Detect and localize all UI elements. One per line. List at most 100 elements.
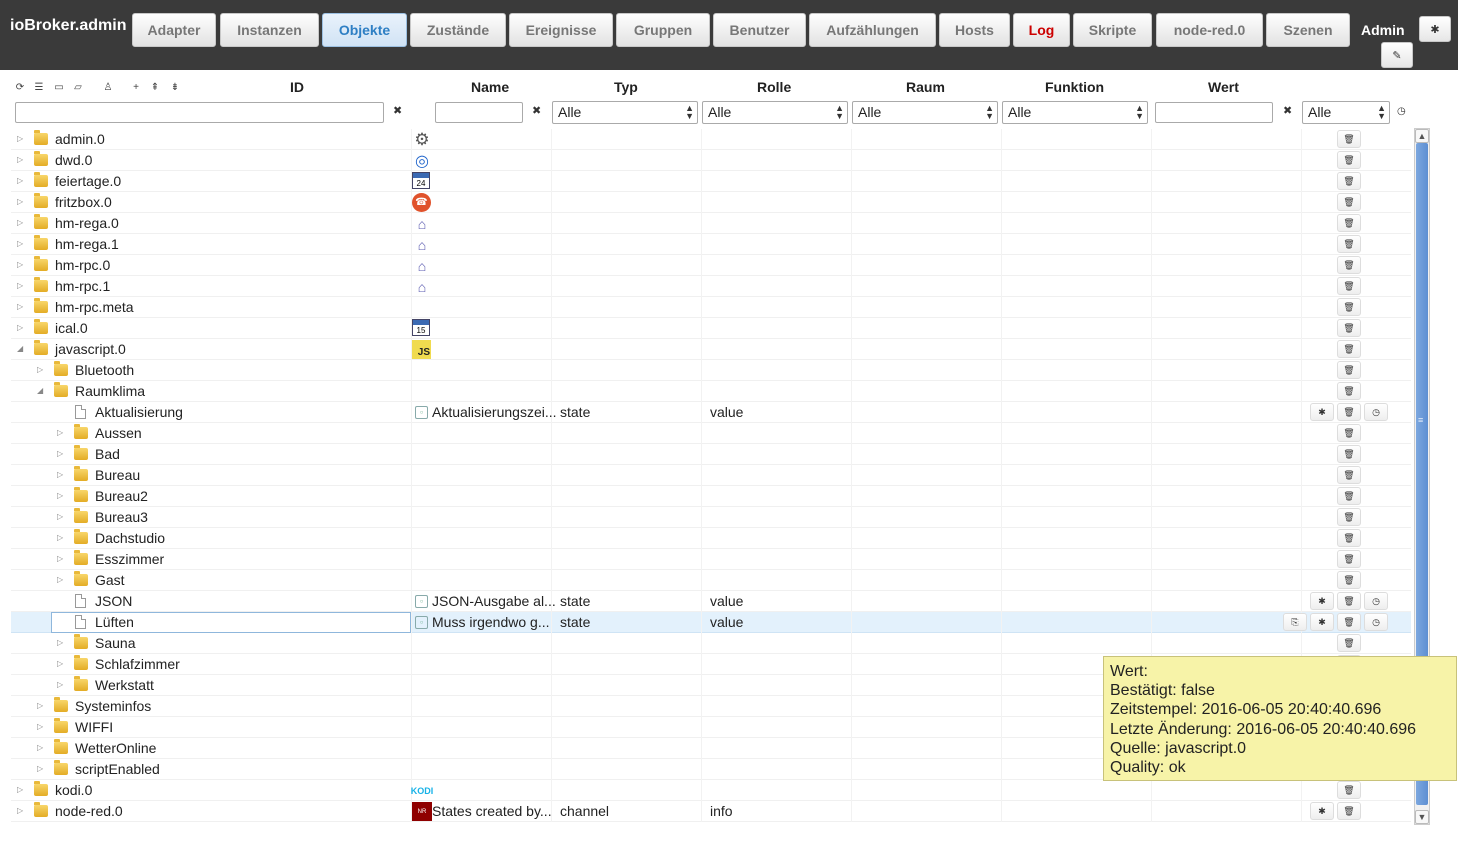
- wert-filter-input[interactable]: [1155, 102, 1273, 123]
- delete-button[interactable]: 🗑: [1337, 361, 1361, 379]
- tab-instanzen[interactable]: Instanzen: [220, 13, 319, 47]
- id-cell[interactable]: ▷ Bureau: [11, 465, 411, 486]
- id-cell[interactable]: ▷ kodi.0: [11, 780, 411, 801]
- expand-toggle-icon[interactable]: ▷: [57, 428, 67, 438]
- add-icon[interactable]: +: [129, 80, 143, 94]
- expand-toggle-icon[interactable]: ▷: [57, 638, 67, 648]
- id-cell[interactable]: ▷ Bureau3: [11, 507, 411, 528]
- delete-button[interactable]: 🗑: [1337, 487, 1361, 505]
- clock-icon[interactable]: ◷: [1397, 106, 1406, 117]
- delete-button[interactable]: 🗑: [1337, 256, 1361, 274]
- tree-item-label[interactable]: Bureau2: [95, 488, 148, 504]
- id-cell[interactable]: ▷ hm-rpc.meta: [11, 297, 411, 318]
- tree-item-label[interactable]: Esszimmer: [95, 551, 164, 567]
- column-header-typ[interactable]: Typ: [614, 79, 638, 95]
- id-cell[interactable]: ▷ scriptEnabled: [11, 759, 411, 780]
- id-cell[interactable]: ▷ Dachstudio: [11, 528, 411, 549]
- tab-aufzaehlungen[interactable]: Aufzählungen: [809, 13, 936, 47]
- id-cell[interactable]: ▷ Systeminfos: [11, 696, 411, 717]
- tree-item-label[interactable]: Gast: [95, 572, 125, 588]
- clear-wert-filter-icon[interactable]: ✖: [1283, 104, 1292, 117]
- settings-button[interactable]: ✱: [1310, 592, 1334, 610]
- id-cell[interactable]: ▷ hm-rpc.0: [11, 255, 411, 276]
- tab-adapter[interactable]: Adapter: [132, 13, 216, 47]
- tree-item-label[interactable]: feiertage.0: [55, 173, 121, 189]
- expand-toggle-icon[interactable]: ▷: [37, 365, 47, 375]
- settings-button[interactable]: ✱: [1310, 613, 1334, 631]
- tree-item-label[interactable]: kodi.0: [55, 782, 92, 798]
- settings-button[interactable]: ✱: [1310, 802, 1334, 820]
- user-icon[interactable]: ♙: [101, 80, 115, 94]
- id-cell[interactable]: ▷ dwd.0: [11, 150, 411, 171]
- column-header-funktion[interactable]: Funktion: [1045, 79, 1104, 95]
- tree-row[interactable]: ◢ Raumklima 🗑: [11, 381, 1411, 402]
- tree-row[interactable]: ▷ node-red.0 NR States created by... channel…: [11, 801, 1411, 822]
- delete-button[interactable]: 🗑: [1337, 277, 1361, 295]
- tree-row[interactable]: ▷ admin.0 ⚙ 🗑: [11, 129, 1411, 150]
- expand-toggle-icon[interactable]: ▷: [57, 512, 67, 522]
- tree-row[interactable]: ▷ Sauna 🗑: [11, 633, 1411, 654]
- tree-row[interactable]: ▷ kodi.0 KODI 🗑: [11, 780, 1411, 801]
- typ-filter-select[interactable]: Alle ▲ ▼: [552, 101, 698, 124]
- id-filter-input[interactable]: [15, 102, 384, 123]
- tree-item-label[interactable]: Raumklima: [75, 383, 145, 399]
- id-cell[interactable]: Lüften: [11, 612, 411, 633]
- delete-button[interactable]: 🗑: [1337, 592, 1361, 610]
- tree-item-label[interactable]: Bad: [95, 446, 120, 462]
- folder-open-icon[interactable]: ▱: [71, 80, 85, 94]
- tree-row[interactable]: ▷ fritzbox.0 ☎ 🗑: [11, 192, 1411, 213]
- refresh-icon[interactable]: ⟳: [13, 80, 27, 94]
- delete-button[interactable]: 🗑: [1337, 550, 1361, 568]
- tree-item-label[interactable]: Aussen: [95, 425, 142, 441]
- id-cell[interactable]: ▷ Werkstatt: [11, 675, 411, 696]
- tree-item-label[interactable]: Sauna: [95, 635, 135, 651]
- delete-button[interactable]: 🗑: [1337, 319, 1361, 337]
- tree-row[interactable]: ▷ Bluetooth 🗑: [11, 360, 1411, 381]
- expand-toggle-icon[interactable]: ▷: [17, 323, 27, 333]
- tree-item-label[interactable]: WetterOnline: [75, 740, 156, 756]
- id-cell[interactable]: ▷ Sauna: [11, 633, 411, 654]
- tree-item-label[interactable]: Systeminfos: [75, 698, 151, 714]
- id-cell[interactable]: ▷ ical.0: [11, 318, 411, 339]
- tree-row[interactable]: Lüften ○ Muss irgendwo g... state value ⎘ ✱ 🗑 ◷: [11, 612, 1411, 633]
- edit-button[interactable]: ✎: [1381, 42, 1413, 68]
- scroll-up-icon[interactable]: ▲: [1415, 129, 1429, 143]
- delete-button[interactable]: 🗑: [1337, 529, 1361, 547]
- tree-row[interactable]: ▷ hm-rpc.meta 🗑: [11, 297, 1411, 318]
- delete-button[interactable]: 🗑: [1337, 802, 1361, 820]
- expand-toggle-icon[interactable]: ▷: [17, 260, 27, 270]
- id-cell[interactable]: ▷ Gast: [11, 570, 411, 591]
- expand-toggle-icon[interactable]: ▷: [17, 155, 27, 165]
- delete-button[interactable]: 🗑: [1337, 466, 1361, 484]
- tree-item-label[interactable]: dwd.0: [55, 152, 92, 168]
- tab-objekte[interactable]: Objekte: [322, 13, 407, 47]
- id-cell[interactable]: ▷ admin.0: [11, 129, 411, 150]
- tree-row[interactable]: ▷ Bureau2 🗑: [11, 486, 1411, 507]
- tree-item-label[interactable]: Aktualisierung: [95, 404, 183, 420]
- tree-row[interactable]: ▷ Bad 🗑: [11, 444, 1411, 465]
- tree-item-label[interactable]: hm-rpc.0: [55, 257, 110, 273]
- tree-item-label[interactable]: Bureau3: [95, 509, 148, 525]
- name-filter-input[interactable]: [435, 102, 523, 123]
- tree-item-label[interactable]: JSON: [95, 593, 132, 609]
- expand-toggle-icon[interactable]: ▷: [17, 785, 27, 795]
- tree-item-label[interactable]: admin.0: [55, 131, 105, 147]
- expand-toggle-icon[interactable]: ▷: [57, 470, 67, 480]
- expand-toggle-icon[interactable]: ▷: [57, 491, 67, 501]
- tree-item-label[interactable]: Werkstatt: [95, 677, 154, 693]
- ack-filter-select[interactable]: Alle ▲ ▼: [1302, 101, 1390, 124]
- id-cell[interactable]: JSON: [11, 591, 411, 612]
- folder-closed-icon[interactable]: ▭: [52, 80, 66, 94]
- id-cell[interactable]: ▷ Schlafzimmer: [11, 654, 411, 675]
- tree-row[interactable]: ▷ Bureau 🗑: [11, 465, 1411, 486]
- delete-button[interactable]: 🗑: [1337, 172, 1361, 190]
- tree-row[interactable]: ▷ Bureau3 🗑: [11, 507, 1411, 528]
- expand-toggle-icon[interactable]: ▷: [17, 239, 27, 249]
- tab-node-red[interactable]: node-red.0: [1156, 13, 1263, 47]
- column-header-id[interactable]: ID: [290, 79, 304, 95]
- delete-button[interactable]: 🗑: [1337, 781, 1361, 799]
- expand-toggle-icon[interactable]: ▷: [57, 533, 67, 543]
- id-cell[interactable]: ◢ Raumklima: [11, 381, 411, 402]
- collapse-all-icon[interactable]: ⇞: [148, 80, 162, 94]
- delete-button[interactable]: 🗑: [1337, 340, 1361, 358]
